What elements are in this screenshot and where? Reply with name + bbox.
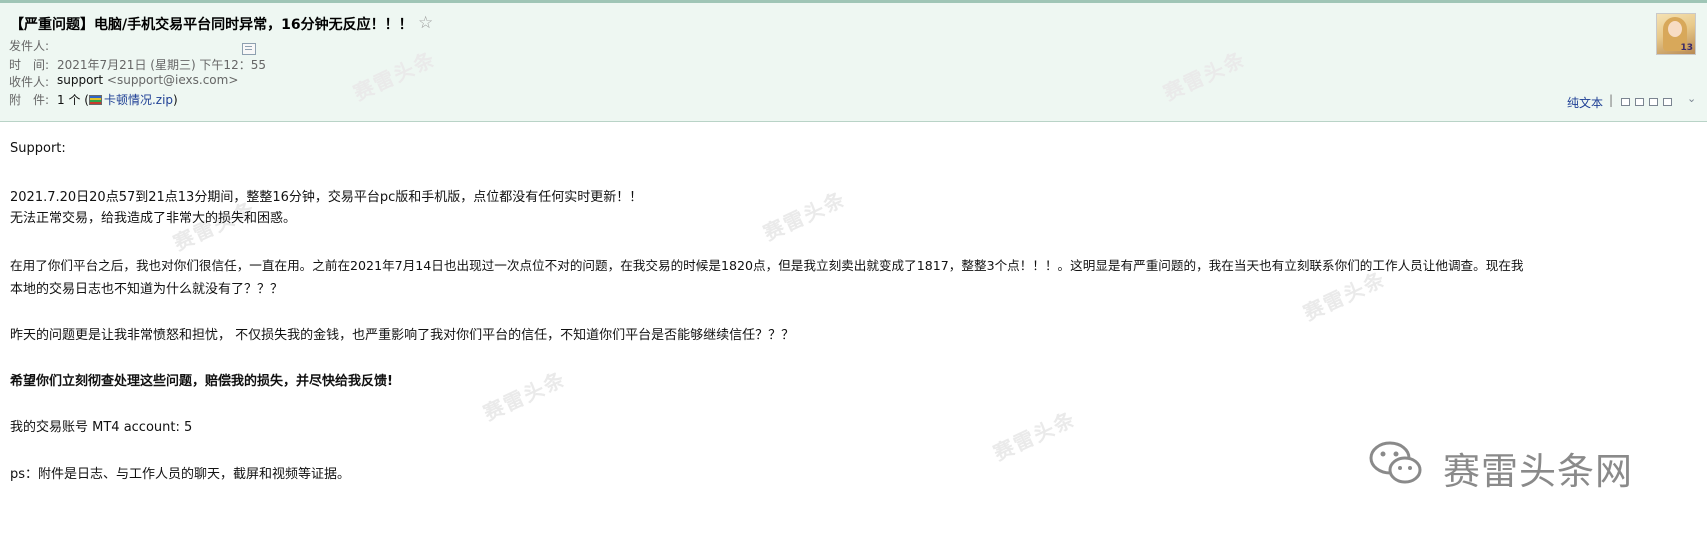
avatar-badge: 13 bbox=[1680, 43, 1693, 53]
avatar-face bbox=[1668, 21, 1682, 37]
email-body-line: 昨天的问题更是让我非常愤怒和担忧， 不仅损失我的金钱，也严重影响了我对你们平台的… bbox=[10, 328, 795, 343]
email-subject: 【严重问题】电脑/手机交易平台同时异常，16分钟无反应！！！ bbox=[10, 17, 413, 33]
watermark: 赛雷头条 bbox=[989, 406, 1080, 466]
trading-account-line: 我的交易账号 MT4 account: 5 bbox=[10, 420, 193, 435]
wechat-logo-icon bbox=[1369, 441, 1422, 484]
toolbar-separator: | bbox=[1609, 93, 1614, 107]
attachment-info: 1 个 ( 卡顿情况.zip) bbox=[57, 91, 178, 108]
attachment-label: 附 件: bbox=[9, 93, 50, 107]
plain-text-link[interactable]: 纯文本 bbox=[1567, 94, 1603, 111]
recipient[interactable]: support <support@iexs.com> bbox=[57, 73, 238, 87]
email-body-emphasis: 希望你们立刻彻查处理这些问题，赔偿我的损失，并尽快给我反馈! bbox=[10, 374, 393, 389]
maximize-icon[interactable] bbox=[1635, 98, 1644, 106]
attachment-link[interactable]: 卡顿情况.zip bbox=[104, 93, 173, 107]
time-value: 2021年7月21日 (星期三) 下午12：55 bbox=[57, 58, 266, 72]
email-greeting: Support: bbox=[10, 141, 66, 156]
sender-avatar[interactable]: 13 bbox=[1656, 13, 1696, 55]
attachment-close: ) bbox=[173, 93, 178, 107]
email-body-line: 2021.7.20日20点57到21点13分期间，整整16分钟，交易平台pc版和… bbox=[10, 190, 643, 205]
recipient-email: <support@iexs.com> bbox=[106, 73, 239, 87]
watermark: 赛雷头条 bbox=[759, 186, 850, 246]
print-preview-icon[interactable] bbox=[1649, 98, 1658, 106]
watermark: 赛雷头条 bbox=[479, 366, 570, 426]
email-body-ps: ps：附件是日志、与工作人员的聊天，截屏和视频等证据。 bbox=[10, 467, 351, 482]
sender-label: 发件人: bbox=[9, 39, 50, 53]
email-body-line: 在用了你们平台之后，我也对你们很信任，一直在用。之前在2021年7月14日也出现… bbox=[10, 258, 1524, 273]
watermark-logo-text: 赛雷头条网 bbox=[1443, 450, 1633, 493]
email-body-line: 本地的交易日志也不知道为什么就没有了？？？ bbox=[10, 282, 284, 297]
more-options-chevron-icon[interactable]: ⌄ bbox=[1687, 92, 1696, 105]
email-body-line: 无法正常交易，给我造成了非常大的损失和困惑。 bbox=[10, 211, 297, 226]
recipient-name: support bbox=[57, 73, 104, 87]
attachment-count: 1 个 ( bbox=[57, 93, 89, 107]
contact-card-icon[interactable] bbox=[242, 43, 256, 55]
new-window-icon[interactable] bbox=[1621, 98, 1630, 106]
print-icon[interactable] bbox=[1663, 98, 1672, 106]
recipient-label: 收件人: bbox=[9, 75, 50, 89]
email-header: 【严重问题】电脑/手机交易平台同时异常，16分钟无反应！！！ ☆ 发件人: 时 … bbox=[0, 3, 1707, 122]
zip-file-icon bbox=[88, 95, 102, 105]
time-label: 时 间: bbox=[9, 58, 50, 72]
star-icon[interactable]: ☆ bbox=[418, 13, 433, 33]
